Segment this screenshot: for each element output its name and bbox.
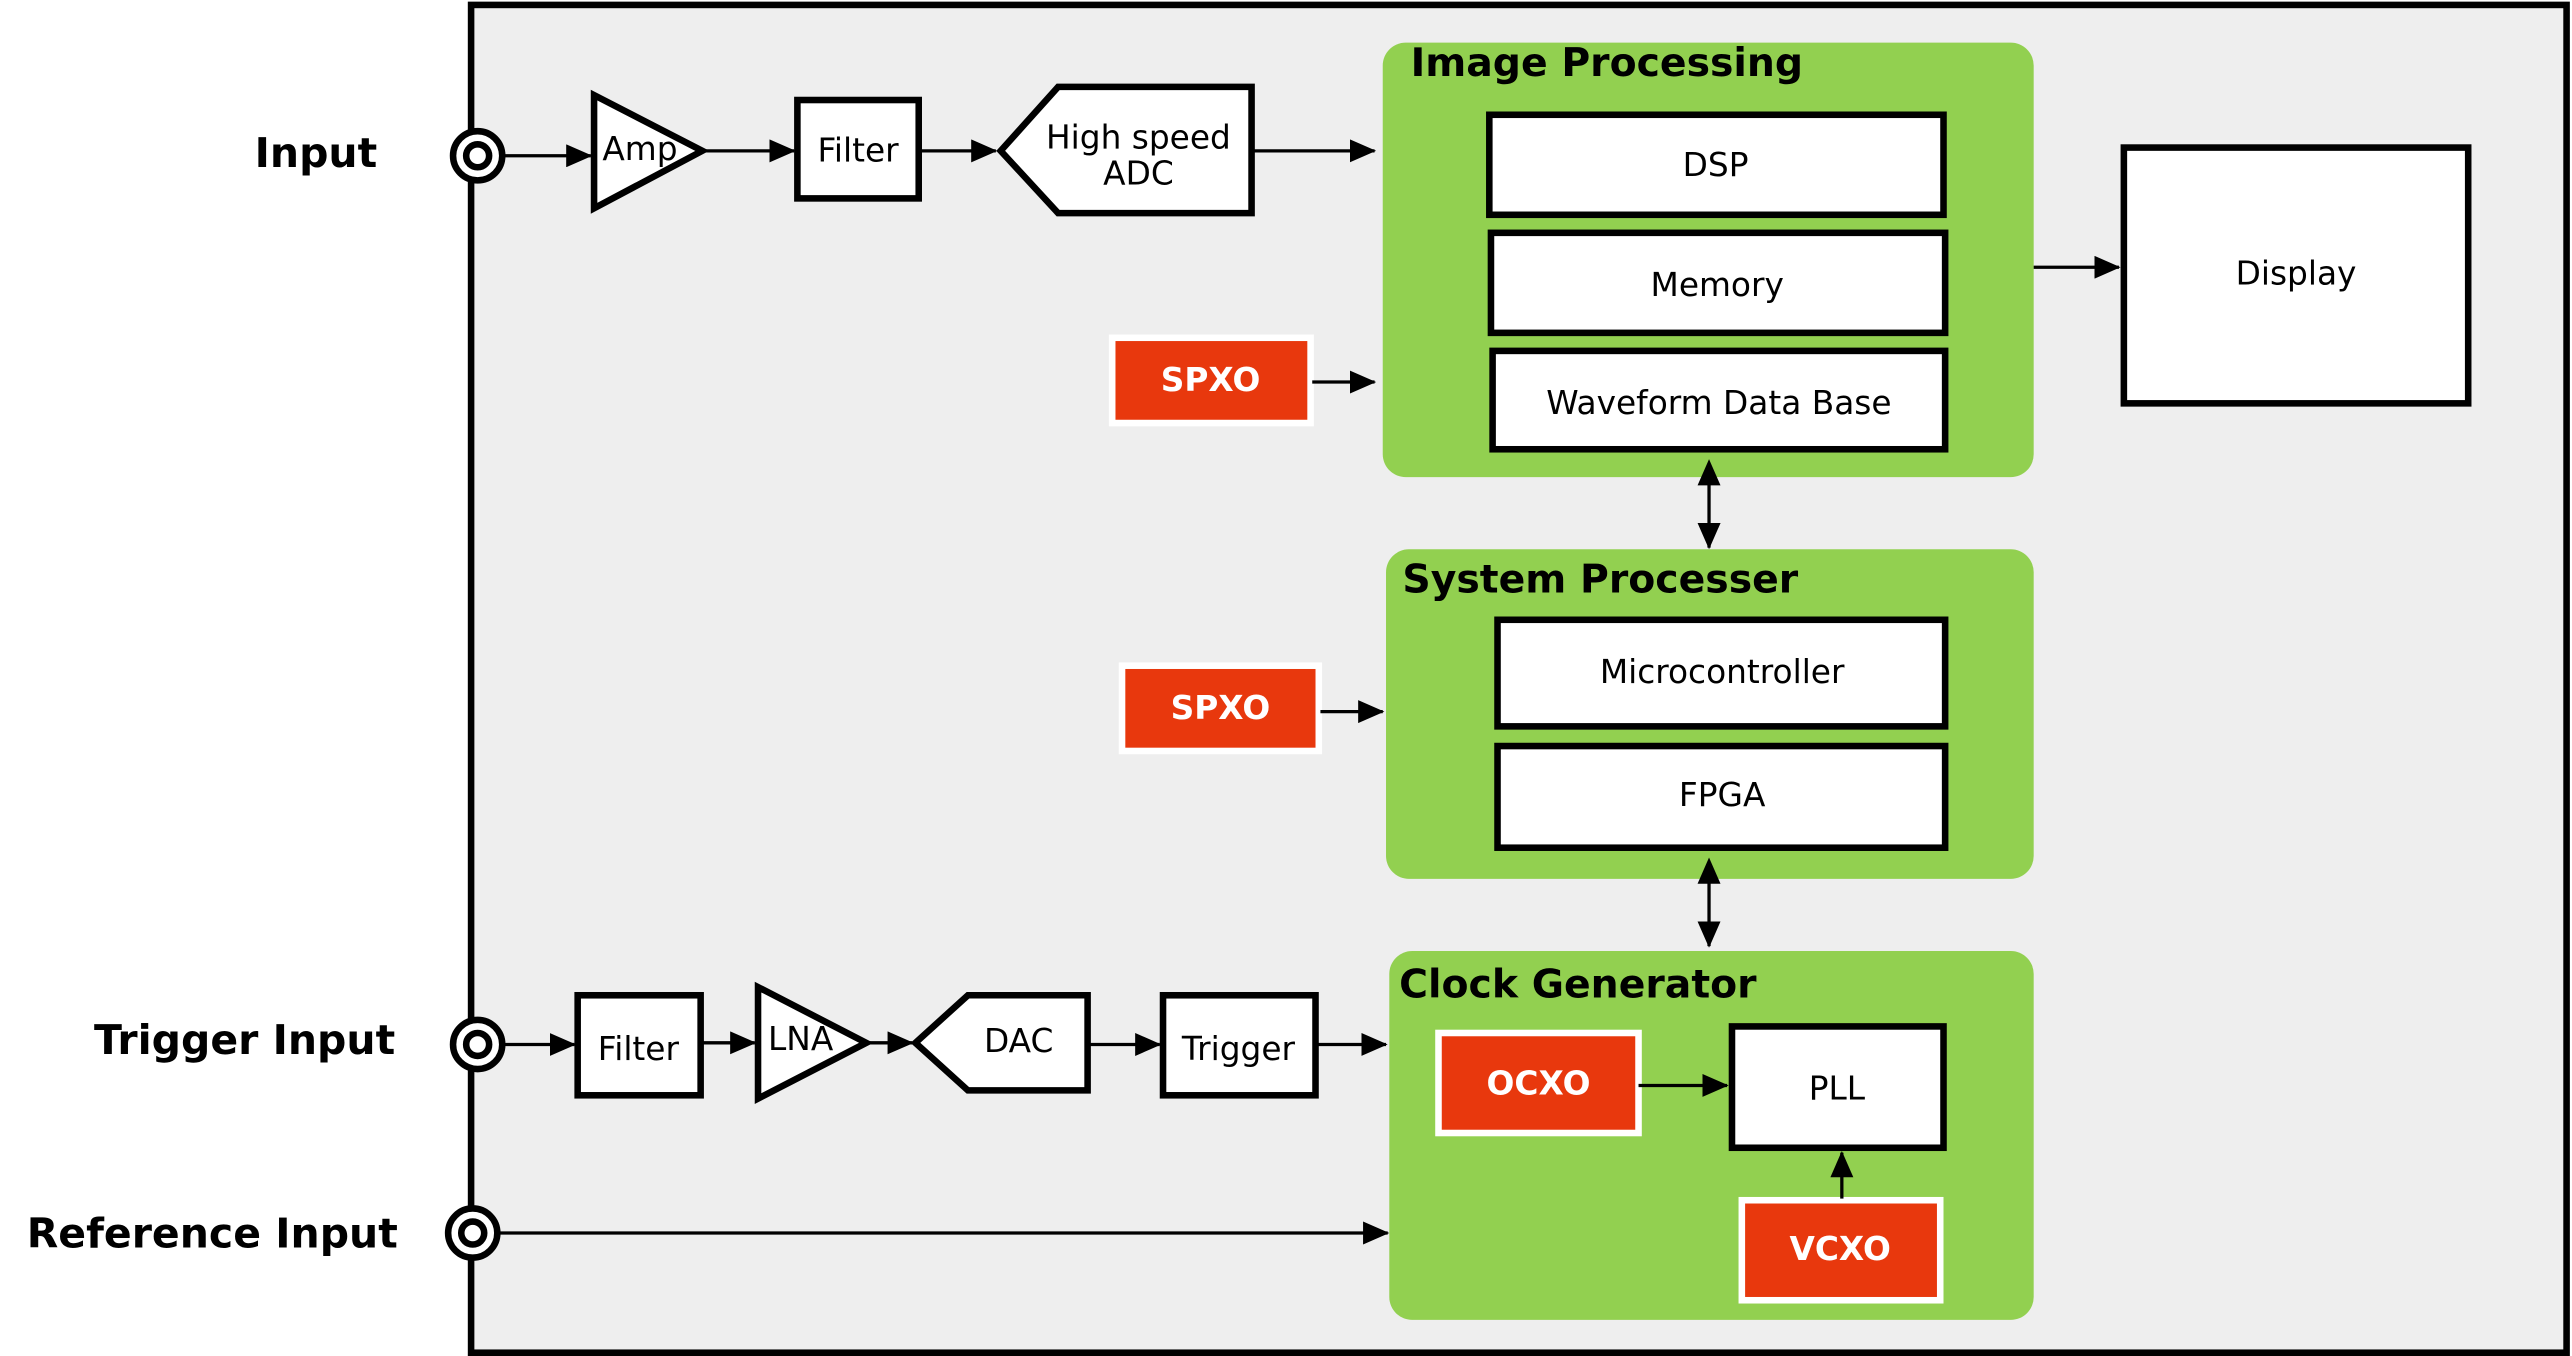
memory-label: Memory [1651,266,1784,304]
dac-label: DAC [984,1022,1053,1060]
display-label: Display [2236,254,2357,292]
fpga-label: FPGA [1679,776,1766,814]
trigger-connector-icon [449,1016,506,1073]
reference-input-label: Reference Input [27,1209,398,1257]
lna-label: LNA [768,1020,834,1058]
trigger-filter-label: Filter [598,1030,680,1068]
reference-connector-icon [444,1205,501,1261]
microcontroller-label: Microcontroller [1600,653,1845,691]
pll-label: PLL [1809,1069,1866,1107]
amp-label: Amp [602,130,677,168]
clock-generator-title: Clock Generator [1399,962,1757,1008]
image-processing-title: Image Processing [1411,40,1804,86]
system-processor-title: System Processer [1402,557,1798,603]
trigger-label: Trigger [1181,1030,1296,1068]
trigger-input-label: Trigger Input [94,1016,395,1064]
adc-label-line2: ADC [1103,154,1174,192]
waveform-db-label: Waveform Data Base [1546,384,1891,422]
input-connector-icon [449,127,506,184]
block-diagram: Input Trigger Input Reference Input Amp … [27,1,2570,1356]
input-label: Input [255,129,378,177]
spxo-system-label: SPXO [1171,689,1271,727]
ocxo-label: OCXO [1487,1064,1591,1102]
adc-label-line1: High speed [1046,118,1231,156]
dsp-label: DSP [1683,146,1749,184]
vcxo-label: VCXO [1790,1230,1891,1268]
spxo-image-label: SPXO [1161,361,1261,399]
filter-label: Filter [817,131,899,169]
